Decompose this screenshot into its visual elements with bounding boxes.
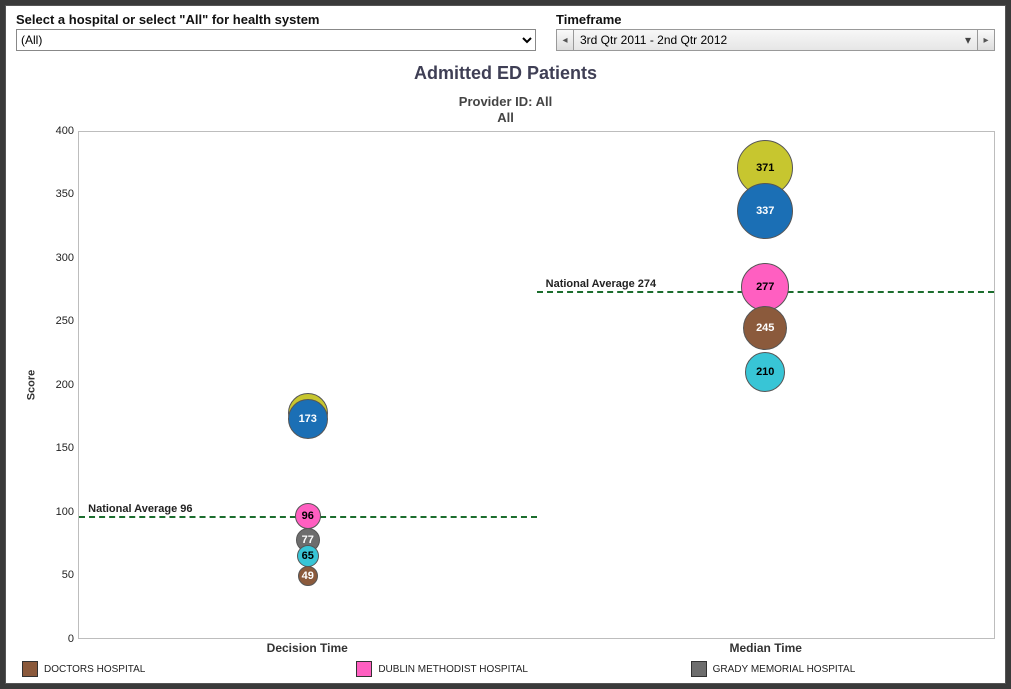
y-tick: 300 — [56, 252, 74, 264]
data-bubble[interactable]: 210 — [745, 352, 785, 392]
chart-title: Admitted ED Patients — [16, 63, 995, 84]
data-bubble[interactable]: 337 — [737, 183, 793, 239]
legend-label: DOCTORS HOSPITAL — [44, 664, 145, 675]
y-tick: 200 — [56, 379, 74, 391]
legend-swatch — [356, 661, 372, 677]
y-axis-ticks: 050100150200250300350400 — [46, 131, 78, 640]
timeframe-next-button[interactable]: ▸ — [977, 29, 995, 51]
data-bubble[interactable]: 49 — [298, 566, 318, 586]
national-average-label: National Average 274 — [546, 278, 656, 291]
data-bubble[interactable]: 173 — [288, 399, 328, 439]
data-bubble[interactable]: 245 — [743, 306, 787, 350]
y-tick: 50 — [62, 569, 74, 581]
national-average-label: National Average 96 — [88, 503, 192, 516]
hospital-select[interactable]: (All) — [16, 29, 536, 51]
legend-label: GRADY MEMORIAL HOSPITAL — [713, 664, 856, 675]
chart-subtitle-filter: All — [16, 110, 995, 126]
chart-plot-area: National Average 96 National Average 274 3… — [78, 131, 995, 640]
legend: DOCTORS HOSPITAL DUBLIN METHODIST HOSPITA… — [16, 655, 995, 677]
y-tick: 150 — [56, 442, 74, 454]
chevron-left-icon: ◂ — [562, 35, 567, 46]
data-bubble[interactable]: 65 — [297, 545, 319, 567]
timeframe-value: 3rd Qtr 2011 - 2nd Qtr 2012 — [580, 33, 727, 47]
legend-item[interactable]: DUBLIN METHODIST HOSPITAL — [356, 661, 660, 677]
chevron-right-icon: ▸ — [983, 35, 988, 46]
timeframe-label: Timeframe — [556, 12, 995, 27]
y-tick: 400 — [56, 125, 74, 137]
data-bubble[interactable]: 277 — [741, 263, 789, 311]
x-category-label: Decision Time — [78, 641, 537, 655]
legend-swatch — [691, 661, 707, 677]
y-tick: 100 — [56, 506, 74, 518]
legend-label: DUBLIN METHODIST HOSPITAL — [378, 664, 528, 675]
hospital-label: Select a hospital or select "All" for he… — [16, 12, 536, 27]
y-tick: 0 — [68, 633, 74, 645]
y-axis-label: Score — [25, 369, 37, 400]
chart-subtitle-provider: Provider ID: All — [16, 94, 995, 110]
timeframe-prev-button[interactable]: ◂ — [556, 29, 574, 51]
legend-item[interactable]: GRADY MEMORIAL HOSPITAL — [691, 661, 995, 677]
timeframe-select[interactable]: 3rd Qtr 2011 - 2nd Qtr 2012 — [574, 29, 977, 51]
legend-item[interactable]: DOCTORS HOSPITAL — [22, 661, 326, 677]
y-tick: 250 — [56, 315, 74, 327]
x-category-label: Median Time — [537, 641, 996, 655]
y-tick: 350 — [56, 188, 74, 200]
data-bubble[interactable]: 96 — [295, 503, 321, 529]
legend-swatch — [22, 661, 38, 677]
